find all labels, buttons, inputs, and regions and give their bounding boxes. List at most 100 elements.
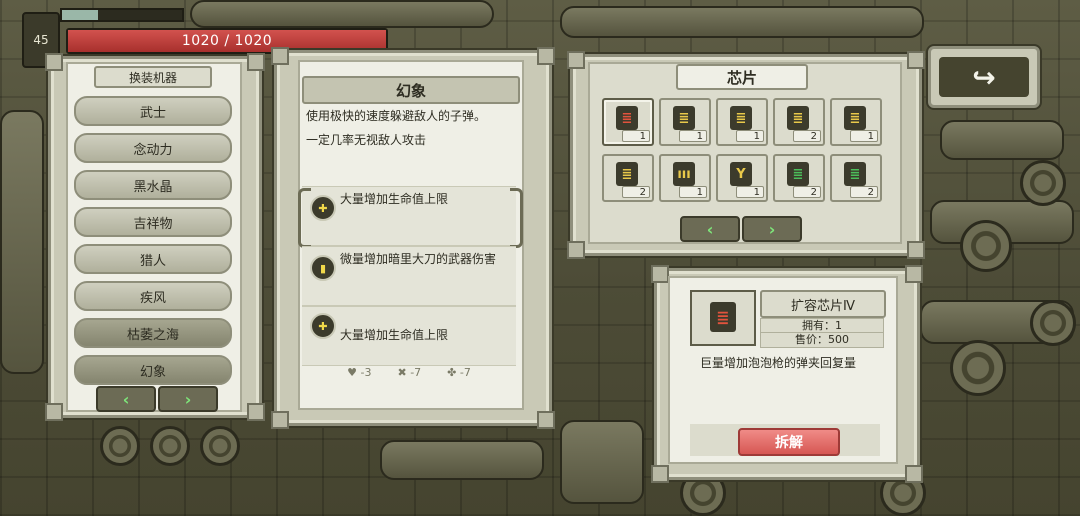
stat-value: -3 — [360, 365, 372, 379]
return-arrow-icon: ↪ — [939, 57, 1029, 97]
chip-detail-name: 扩容芯片Ⅳ — [760, 290, 886, 318]
panel-bolt — [905, 465, 923, 483]
mech-description: 使用极快的速度躲避敌人的子弹。 — [306, 109, 487, 123]
mech-item[interactable]: 疾风 — [74, 281, 232, 311]
chip-count: 1 — [679, 186, 707, 198]
chip-price: 售价：500 — [760, 332, 884, 348]
perk-text: 微量增加暗里大刀的武器伤害 — [340, 252, 497, 266]
mech-item[interactable]: 吉祥物 — [74, 207, 232, 237]
chip-slot[interactable]: ≣ 1 — [602, 98, 654, 146]
chip-count: 1 — [850, 130, 878, 142]
chip-slot[interactable]: ≣ 1 — [716, 98, 768, 146]
gear-icon — [1030, 300, 1076, 346]
xp-bar — [60, 8, 184, 22]
yellow-chip-icon: ≣ — [844, 106, 866, 130]
yellow-chip-icon: ≣ — [730, 106, 752, 130]
green-chip-icon: ≣ — [787, 162, 809, 186]
chips-title: 芯片 — [676, 64, 808, 90]
mech-item[interactable]: 枯萎之海 — [74, 318, 232, 348]
gear-icon — [200, 426, 240, 466]
chip-slot[interactable]: ≣ 1 — [830, 98, 882, 146]
panel-bolt — [567, 241, 585, 259]
clover-stat: ✤ -7 — [447, 366, 471, 379]
chevron-left-icon[interactable]: ‹ — [680, 216, 740, 242]
chip-detail-icon-frame: ≣ — [690, 290, 756, 346]
chevron-left-icon[interactable]: ‹ — [96, 386, 156, 412]
clover-icon: ✤ — [447, 365, 457, 379]
chip-slot[interactable]: ≣ 2 — [602, 154, 654, 202]
panel-bolt — [537, 411, 555, 429]
cross-icon: ✖ — [397, 365, 407, 379]
gear-icon — [100, 426, 140, 466]
chip-count: 1 — [622, 130, 650, 142]
mech-list-title: 换装机器 — [94, 66, 212, 88]
plus-chip-icon: ✚ — [310, 195, 336, 221]
plus-chip-icon: ✚ — [310, 313, 336, 339]
panel-bolt — [651, 465, 669, 483]
blade-chip-icon: ▮ — [310, 255, 336, 281]
chip-slot[interactable]: ııı 1 — [659, 154, 711, 202]
gear-icon — [150, 426, 190, 466]
perk-slot-1[interactable]: ✚ 大量增加生命值上限 — [302, 186, 516, 246]
stat-value: -7 — [459, 365, 471, 379]
panel-bolt — [271, 411, 289, 429]
heart-stat: ♥ -3 — [347, 366, 371, 379]
mech-description-2: 一定几率无视敌人攻击 — [306, 133, 427, 147]
chip-detail-description: 巨量增加泡泡枪的弹夹回复量 — [700, 356, 857, 370]
perk-slot-2[interactable]: ▮ 微量增加暗里大刀的武器伤害 — [302, 246, 516, 306]
gear-icon — [1020, 160, 1066, 206]
mech-item[interactable]: 幻象 — [74, 355, 232, 385]
panel-bolt — [567, 51, 585, 69]
chip-count: 1 — [736, 130, 764, 142]
back-button[interactable]: ↪ — [928, 46, 1040, 108]
perk-slot-3[interactable]: ✚ 大量增加生命值上限 — [302, 306, 516, 366]
panel-bolt — [537, 47, 555, 65]
dismantle-button[interactable]: 拆解 — [738, 428, 840, 456]
chip-count: 2 — [622, 186, 650, 198]
panel-bolt — [651, 265, 669, 283]
heart-icon: ♥ — [347, 365, 358, 379]
selection-bracket-left — [298, 188, 311, 248]
mech-item[interactable]: 念动力 — [74, 133, 232, 163]
chip-count: 2 — [850, 186, 878, 198]
red-chip-icon: ≣ — [616, 106, 638, 130]
mech-item[interactable]: 武士 — [74, 96, 232, 126]
yellow-chip-icon: ≣ — [787, 106, 809, 130]
hp-text: 1020 / 1020 — [181, 33, 273, 49]
panel-bolt — [247, 403, 265, 421]
yellow-chip-icon: ≣ — [673, 106, 695, 130]
panel-bolt — [45, 403, 63, 421]
mech-stats: ♥ -3 ✖ -7 ✤ -7 — [302, 362, 516, 382]
chip-pager: ‹ › — [680, 216, 802, 242]
perk-text: 大量增加生命值上限 — [340, 192, 449, 206]
chip-slot[interactable]: ≣ 2 — [773, 154, 825, 202]
perk-text: 大量增加生命值上限 — [340, 328, 449, 342]
pipe-decoration — [560, 420, 644, 504]
panel-bolt — [45, 53, 63, 71]
panel-bolt — [271, 47, 289, 65]
pipe-decoration — [560, 6, 924, 38]
stat-value: -7 — [410, 365, 422, 379]
gear-icon — [960, 220, 1012, 272]
pipe-decoration — [380, 440, 544, 480]
yellow-y-chip-icon: Y — [730, 162, 752, 186]
mech-item[interactable]: 猎人 — [74, 244, 232, 274]
pipe-decoration — [0, 110, 44, 374]
mech-list-pager: ‹ › — [96, 386, 218, 412]
chip-count: 1 — [736, 186, 764, 198]
chip-slot[interactable]: ≣ 2 — [830, 154, 882, 202]
panel-bolt — [907, 51, 925, 69]
chip-slot[interactable]: Y1 — [716, 154, 768, 202]
chip-count: 2 — [793, 186, 821, 198]
chevron-right-icon[interactable]: › — [742, 216, 802, 242]
red-chip-icon: ≣ — [710, 302, 736, 332]
gear-icon — [950, 340, 1006, 396]
panel-bolt — [907, 241, 925, 259]
mech-item[interactable]: 黑水晶 — [74, 170, 232, 200]
yellow-bars-chip-icon: ııı — [673, 162, 695, 186]
yellow-chip-icon: ≣ — [616, 162, 638, 186]
chevron-right-icon[interactable]: › — [158, 386, 218, 412]
chip-slot[interactable]: ≣ 2 — [773, 98, 825, 146]
chip-slot[interactable]: ≣ 1 — [659, 98, 711, 146]
xp-bar-fill — [62, 10, 98, 20]
